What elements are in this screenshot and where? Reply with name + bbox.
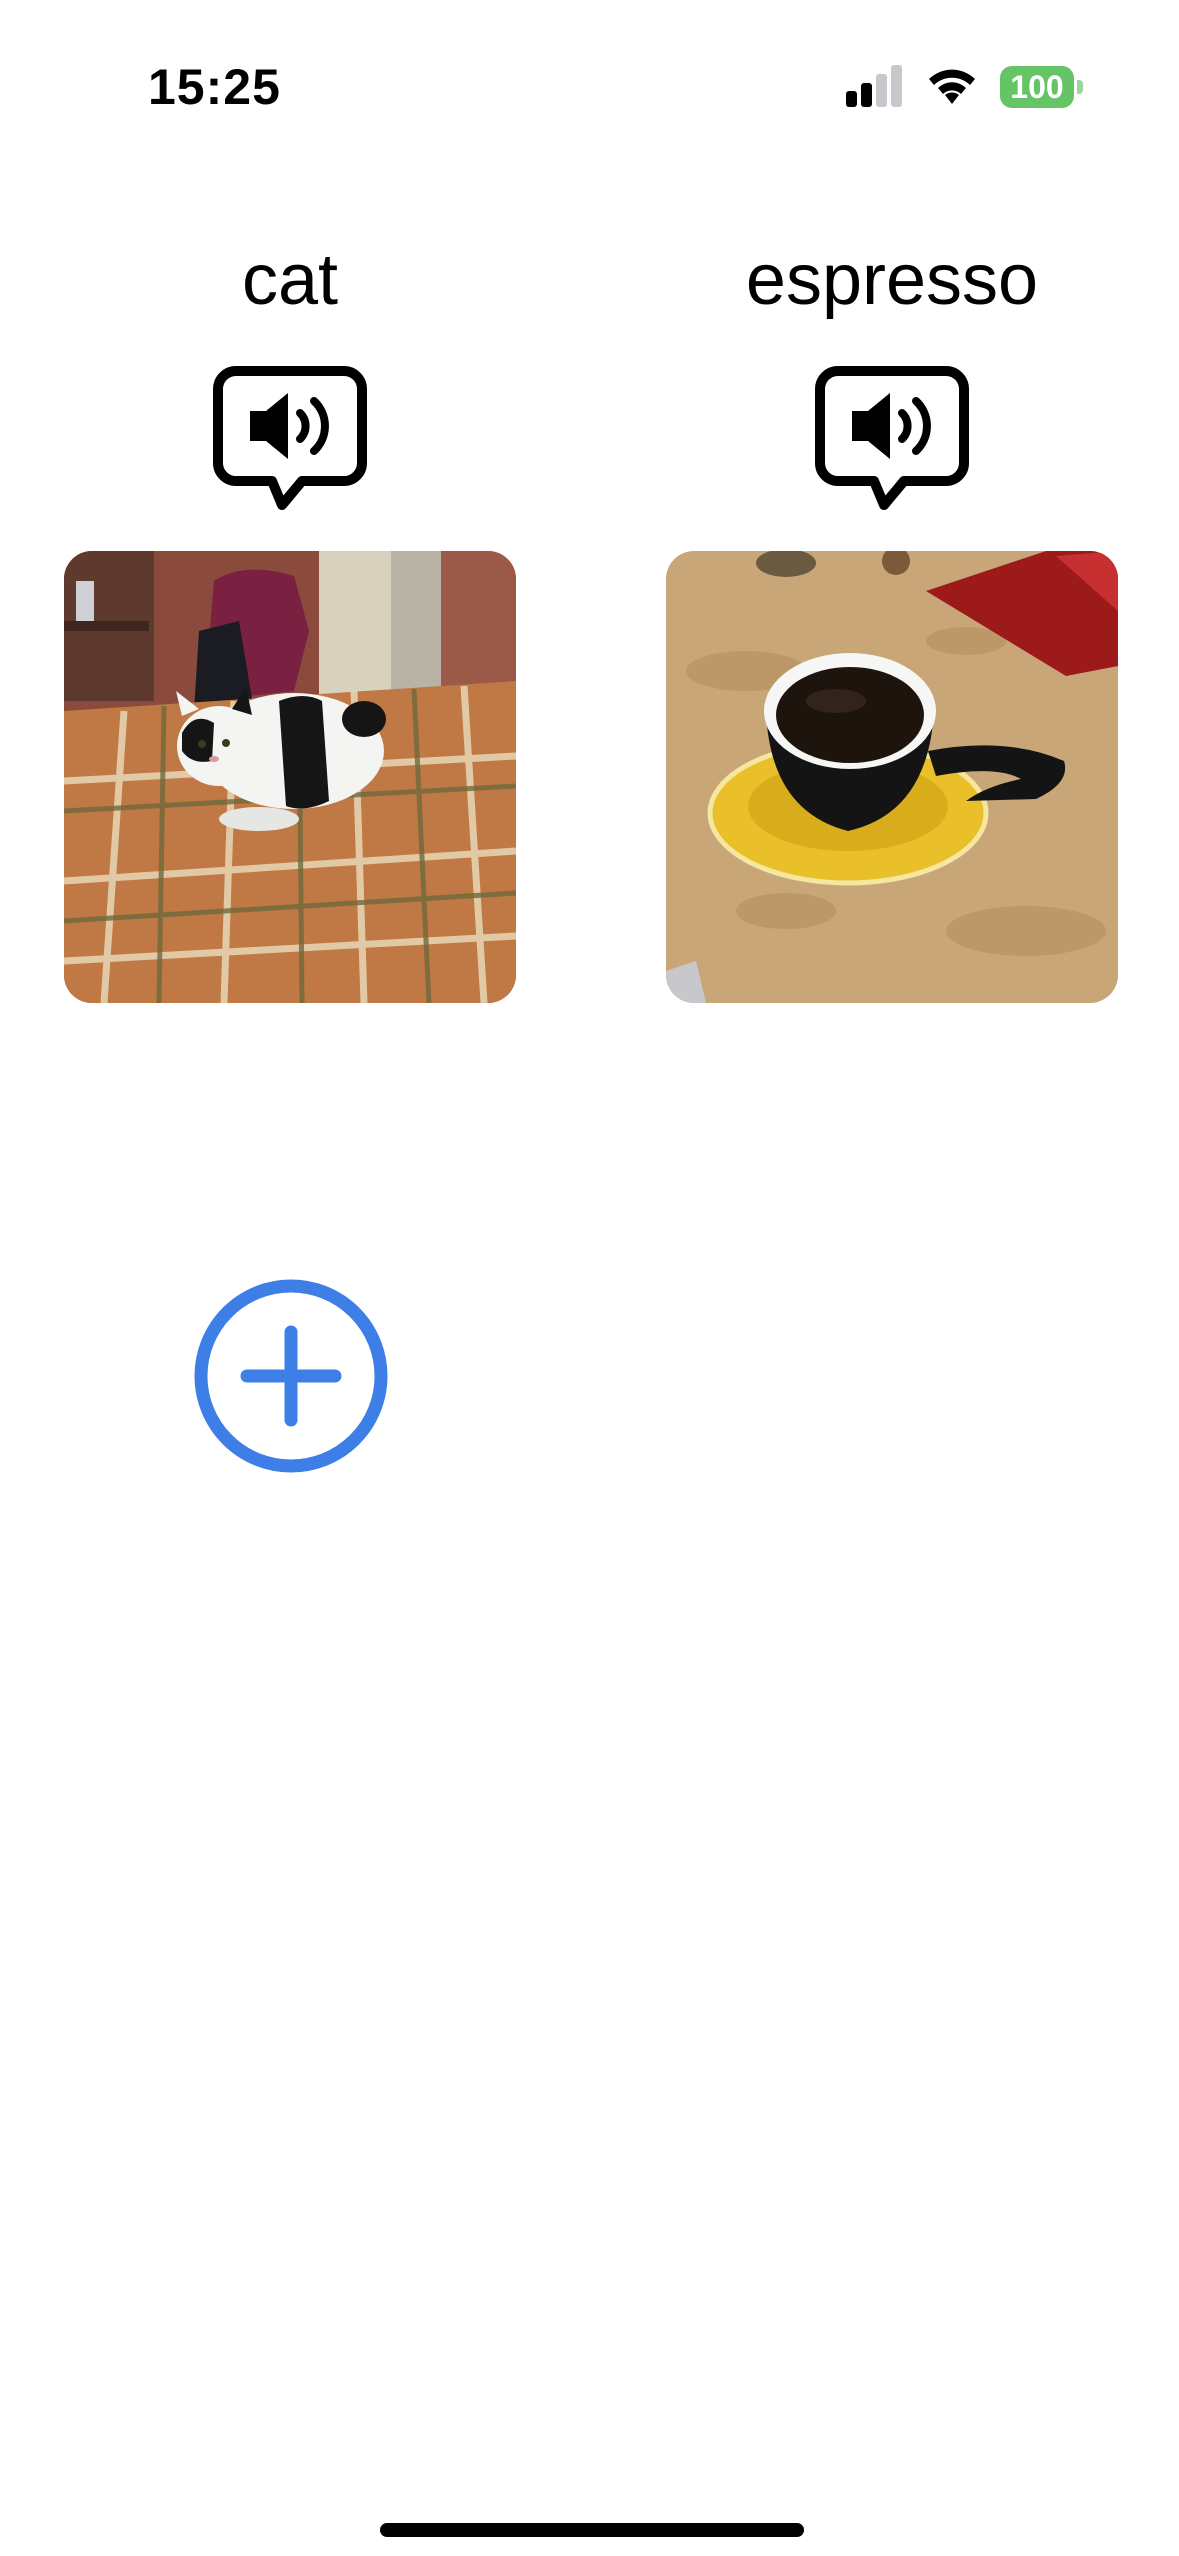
battery-level: 100 xyxy=(1000,66,1074,108)
card-label: cat xyxy=(241,240,339,320)
speaker-bubble-icon xyxy=(815,366,969,510)
battery-icon: 100 xyxy=(1000,66,1084,108)
status-bar: 15:25 100 xyxy=(0,0,1179,180)
add-card-button[interactable] xyxy=(193,1278,389,1474)
cat-photo-illustration xyxy=(64,551,516,1003)
wifi-icon xyxy=(929,69,975,104)
espresso-photo-illustration xyxy=(666,551,1118,1003)
home-indicator[interactable] xyxy=(380,2523,804,2537)
status-time: 15:25 xyxy=(148,59,281,115)
speak-espresso-button[interactable] xyxy=(812,363,972,523)
espresso-photo[interactable] xyxy=(666,551,1118,1003)
cat-photo[interactable] xyxy=(64,551,516,1003)
card-espresso: espresso xyxy=(666,215,1118,1003)
card-cat: cat xyxy=(64,215,516,1003)
battery-nub xyxy=(1077,80,1083,94)
card-label: espresso xyxy=(745,240,1039,320)
plus-circle-icon xyxy=(194,1279,388,1473)
speak-cat-button[interactable] xyxy=(210,363,370,523)
speaker-bubble-icon xyxy=(213,366,367,510)
cellular-signal-icon xyxy=(846,65,902,107)
